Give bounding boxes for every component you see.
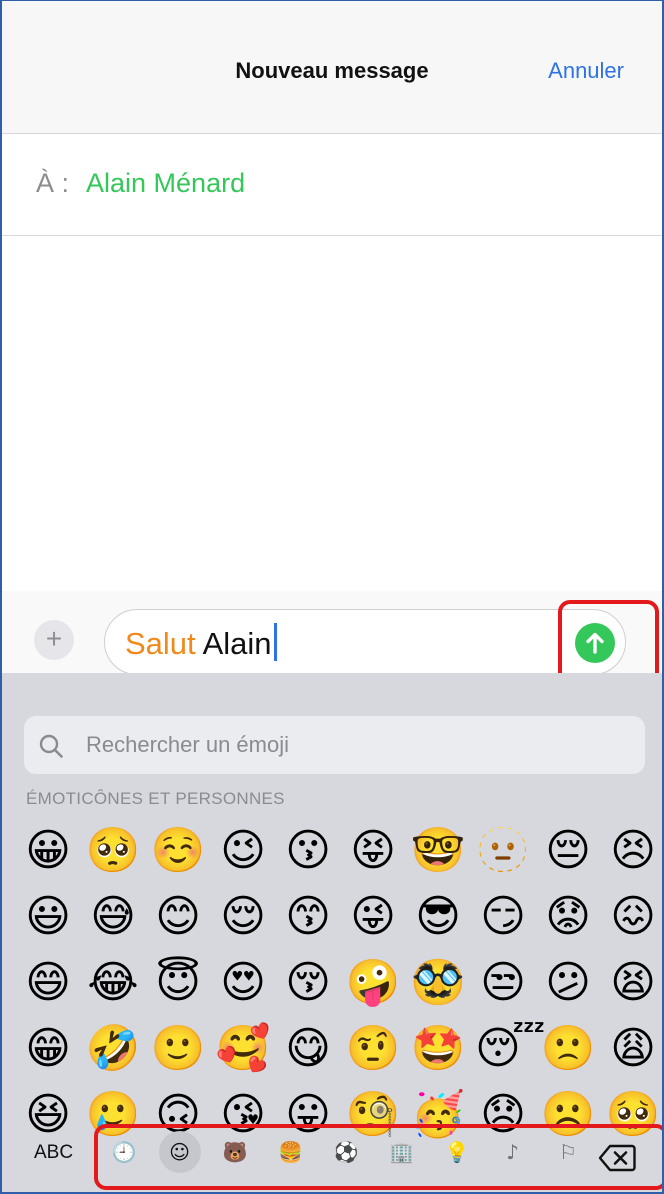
- emoji-key[interactable]: 😆: [20, 1087, 76, 1143]
- emoji-key[interactable]: ☺️: [150, 823, 206, 879]
- emoji-key[interactable]: 😕: [540, 955, 596, 1011]
- emoji-row: 😁 🤣 🙂 🥰 😋 🤨 🤩 😴 🙁 😩: [20, 1021, 662, 1077]
- recipient-label: À :: [36, 168, 70, 198]
- emoji-key[interactable]: 😩: [605, 1021, 661, 1077]
- abc-key[interactable]: ABC: [34, 1142, 73, 1164]
- emoji-key[interactable]: 😎: [410, 889, 466, 945]
- emoji-key[interactable]: 🥰: [215, 1021, 271, 1077]
- emoji-key[interactable]: 😁: [20, 1021, 76, 1077]
- emoji-key[interactable]: 😖: [605, 889, 661, 945]
- category-bar-annotation: [94, 1124, 662, 1190]
- emoji-key[interactable]: 😫: [605, 955, 661, 1011]
- emoji-row: 😄 😂 😇 😍 😚 🤪 🥸 😒 😕 😫: [20, 955, 662, 1011]
- message-input[interactable]: Salut Alain: [104, 609, 626, 675]
- backspace-icon: [598, 1144, 636, 1172]
- message-text: Salut Alain: [125, 623, 277, 662]
- emoji-key[interactable]: 😜: [345, 889, 401, 945]
- emoji-grid: 😀 🥺 ☺️ 😉 😗 😝 🤓 🫥 😔 😣 😃 😅 😊 😌 😙 😜 😎 😏 😟 😖 😄 😂 😇 😍 😚 🤪 🥸 😒 😕 😫 😁 🤣 🙂 🥰 😋 🤨 🤩 😴 🙁…: [20, 823, 662, 1153]
- emoji-key[interactable]: 😔: [540, 823, 596, 879]
- emoji-key[interactable]: 😄: [20, 955, 76, 1011]
- emoji-key[interactable]: 😚: [280, 955, 336, 1011]
- emoji-key[interactable]: 😊: [150, 889, 206, 945]
- emoji-key[interactable]: 😝: [345, 823, 401, 879]
- search-icon: [39, 734, 63, 758]
- emoji-key[interactable]: 😃: [20, 889, 76, 945]
- emoji-key[interactable]: 😌: [215, 889, 271, 945]
- message-text-rest: Alain: [195, 626, 272, 661]
- emoji-search-input[interactable]: Rechercher un émoji: [24, 716, 645, 774]
- emoji-key[interactable]: 😗: [280, 823, 336, 879]
- emoji-row: 😃 😅 😊 😌 😙 😜 😎 😏 😟 😖: [20, 889, 662, 945]
- emoji-key[interactable]: 😴: [475, 1021, 546, 1077]
- emoji-key[interactable]: 🥸: [410, 955, 466, 1011]
- recipient-field[interactable]: À : Alain Ménard: [2, 134, 662, 236]
- emoji-row: 😀 🥺 ☺️ 😉 😗 😝 🤓 🫥 😔 😣: [20, 823, 662, 879]
- emoji-key[interactable]: 😅: [85, 889, 141, 945]
- recipient-name[interactable]: Alain Ménard: [86, 168, 245, 199]
- emoji-key[interactable]: 😉: [215, 823, 271, 879]
- emoji-keyboard: Rechercher un émoji ÉMOTICÔNES ET PERSON…: [2, 673, 662, 1192]
- emoji-key[interactable]: 😣: [605, 823, 661, 879]
- emoji-key[interactable]: 😂: [85, 955, 141, 1011]
- emoji-key[interactable]: 😇: [150, 955, 206, 1011]
- emoji-key[interactable]: 😏: [475, 889, 531, 945]
- emoji-key[interactable]: 🙁: [540, 1021, 596, 1077]
- highlighted-word: Salut: [125, 626, 196, 661]
- emoji-key[interactable]: 🤨: [345, 1021, 401, 1077]
- emoji-key[interactable]: 😋: [280, 1021, 336, 1077]
- navigation-header: Nouveau message Annuler: [2, 1, 662, 134]
- delete-key[interactable]: [598, 1144, 636, 1177]
- emoji-key[interactable]: 🙂: [150, 1021, 206, 1077]
- emoji-key[interactable]: 🤣: [85, 1021, 141, 1077]
- emoji-key[interactable]: 😒: [475, 955, 531, 1011]
- messages-compose-screen: Nouveau message Annuler À : Alain Ménard…: [0, 0, 664, 1194]
- emoji-key[interactable]: 🤪: [345, 955, 401, 1011]
- emoji-key[interactable]: 🥺: [85, 823, 141, 879]
- text-cursor: [273, 623, 277, 661]
- emoji-category-title: ÉMOTICÔNES ET PERSONNES: [26, 789, 285, 808]
- emoji-key[interactable]: 😙: [280, 889, 336, 945]
- emoji-key[interactable]: 🤓: [410, 823, 466, 879]
- cancel-button[interactable]: Annuler: [548, 58, 624, 84]
- emoji-key[interactable]: 😍: [215, 955, 271, 1011]
- search-placeholder: Rechercher un émoji: [86, 732, 289, 757]
- emoji-key[interactable]: 😟: [540, 889, 596, 945]
- emoji-key[interactable]: 🫥: [475, 823, 531, 879]
- emoji-key[interactable]: 🤩: [410, 1021, 466, 1077]
- add-attachment-button[interactable]: +: [34, 620, 74, 660]
- emoji-key[interactable]: 😀: [20, 823, 76, 879]
